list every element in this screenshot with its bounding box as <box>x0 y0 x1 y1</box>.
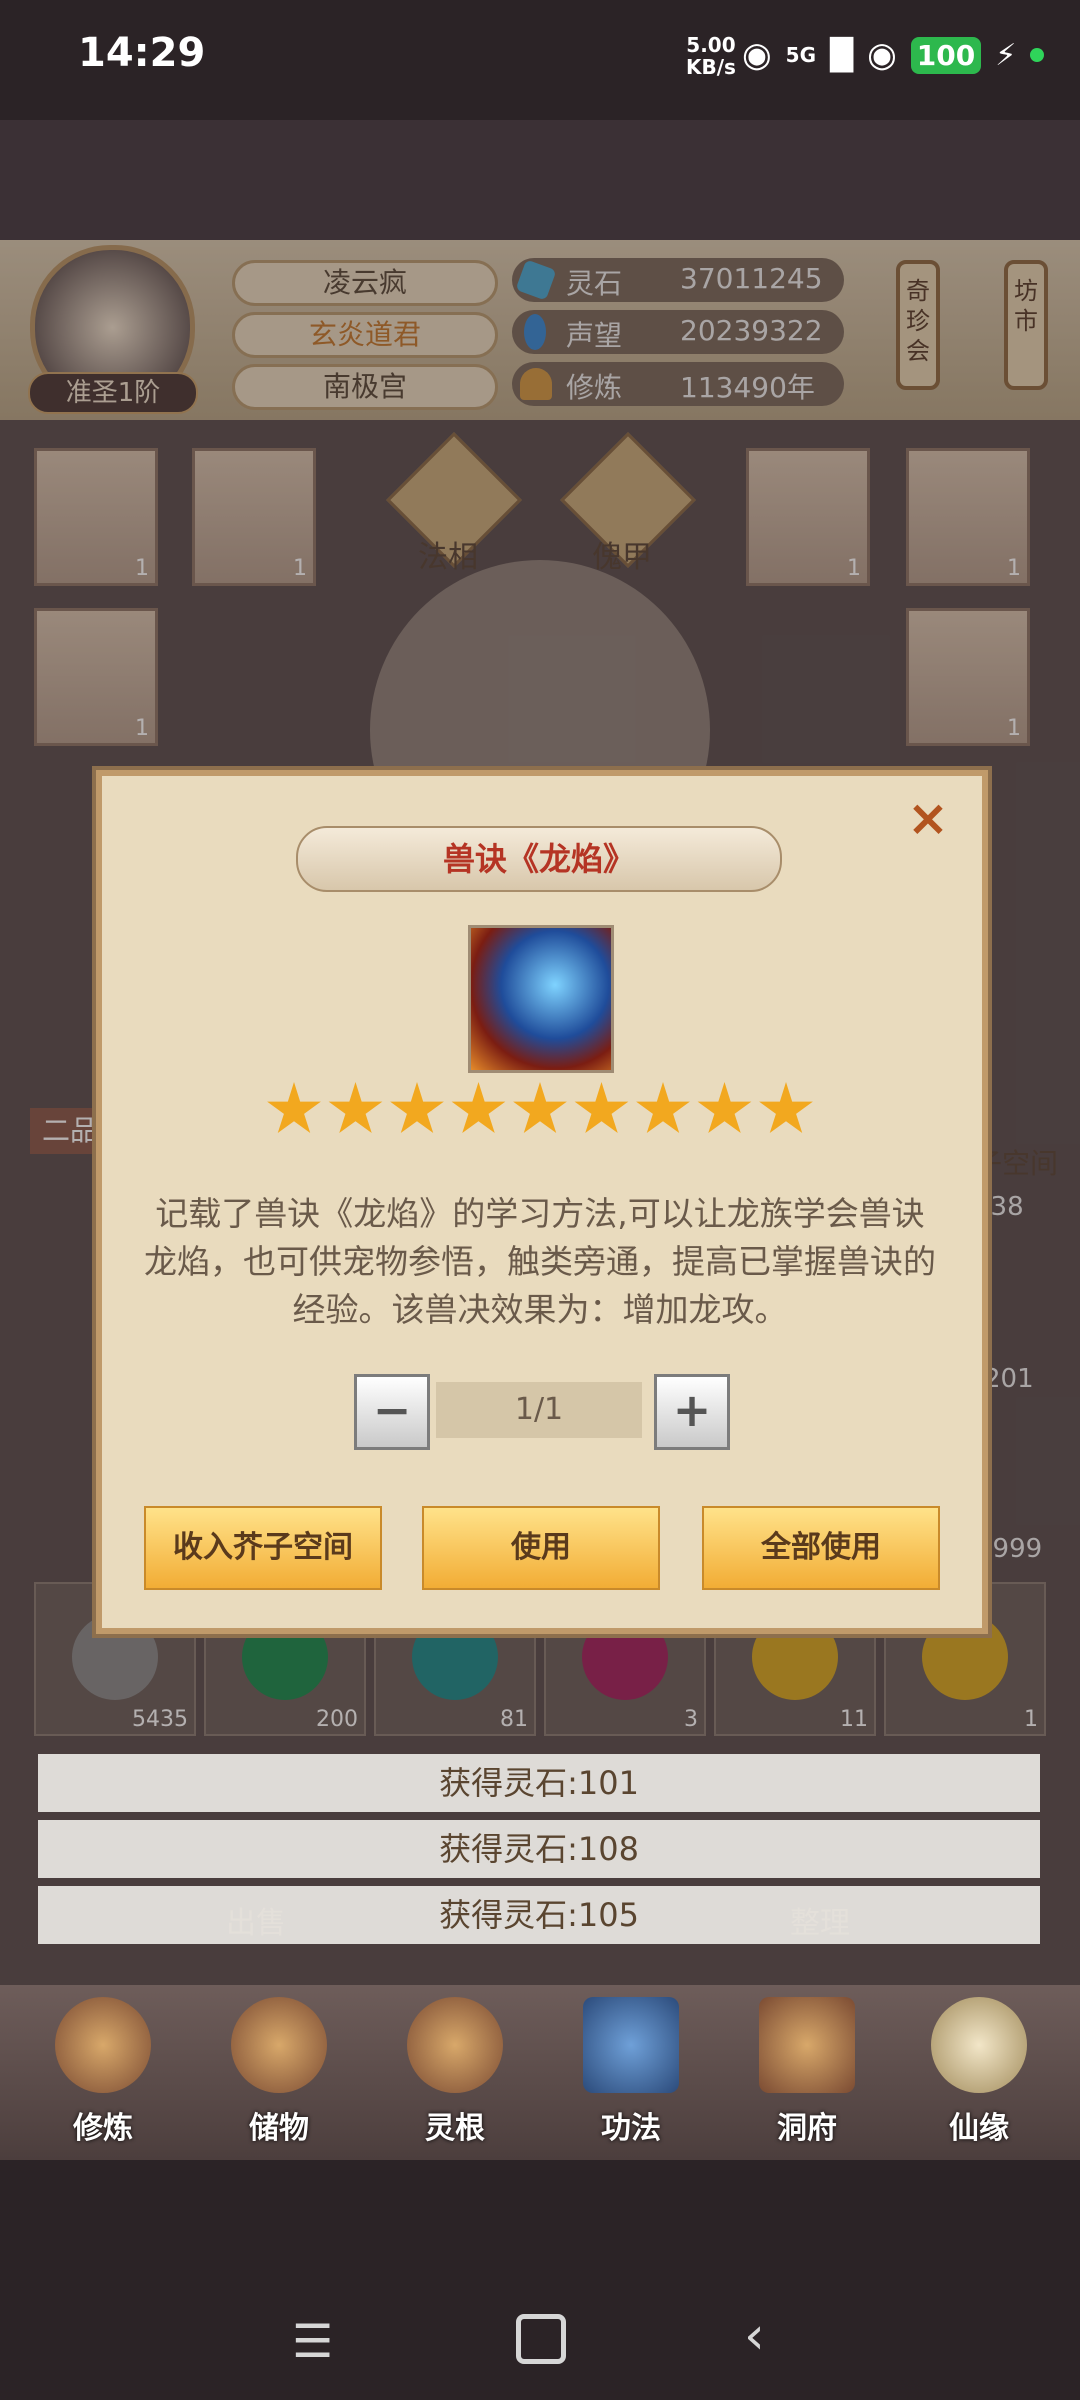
store-button[interactable]: 收入芥子空间 <box>144 1506 382 1590</box>
network-speed-value: 5.00 <box>686 33 736 57</box>
reward-notice: 获得灵石:101 <box>38 1754 1040 1812</box>
dialog-title: 兽诀《龙焰》 <box>296 826 782 892</box>
battery-icon: 100 <box>910 36 982 74</box>
close-button[interactable]: × <box>898 788 958 848</box>
system-nav-bar <box>0 2160 1080 2400</box>
nav-label: 储物 <box>249 2111 309 2146</box>
network-speed: 5.00 KB/s <box>686 34 736 78</box>
use-button[interactable]: 使用 <box>422 1506 660 1590</box>
gourd-icon <box>931 1997 1027 2093</box>
book-icon <box>583 1997 679 2093</box>
star-icon <box>267 1082 321 1133</box>
cave-house-icon <box>759 1997 855 2093</box>
cultivation-icon <box>55 1997 151 2093</box>
star-icon <box>697 1082 752 1133</box>
charging-icon: ⚡ <box>995 37 1017 73</box>
dragon-flame-item-icon <box>468 925 614 1073</box>
nav-xianyuan[interactable]: 仙缘 <box>914 1997 1044 2147</box>
nav-dongfu[interactable]: 洞府 <box>742 1997 872 2147</box>
star-rating <box>266 1082 814 1142</box>
nav-label: 灵根 <box>425 2111 485 2146</box>
home-icon[interactable] <box>516 2314 566 2364</box>
network-speed-unit: KB/s <box>686 55 736 79</box>
star-icon <box>636 1082 690 1133</box>
nav-label: 功法 <box>601 2111 661 2146</box>
star-icon <box>390 1082 444 1133</box>
nav-xiulian[interactable]: 修炼 <box>38 1997 168 2147</box>
back-icon[interactable]: ‹ <box>744 2306 765 2366</box>
use-all-button[interactable]: 全部使用 <box>702 1506 940 1590</box>
quantity-display: 1/1 <box>436 1382 642 1438</box>
nav-linggen[interactable]: 灵根 <box>390 1997 520 2147</box>
star-icon <box>574 1082 629 1133</box>
camera-dot-icon <box>1030 48 1045 62</box>
reward-notice: 获得灵石:108 <box>38 1820 1040 1878</box>
nav-label: 洞府 <box>777 2111 837 2146</box>
nav-gongfa[interactable]: 功法 <box>566 1997 696 2147</box>
star-icon <box>759 1082 813 1133</box>
decrease-button[interactable]: − <box>354 1374 430 1450</box>
bottom-nav: 修炼 储物 灵根 功法 洞府 仙缘 <box>0 1985 1080 2160</box>
status-icons: ◉ 5G █ ◉ 100 ⚡ <box>742 30 1045 80</box>
spirit-root-icon <box>407 1997 503 2093</box>
signal-5g-label: 5G <box>785 43 817 67</box>
recents-icon[interactable]: ☰ <box>292 2314 333 2368</box>
nav-chuwu[interactable]: 储物 <box>214 1997 344 2147</box>
increase-button[interactable]: + <box>654 1374 730 1450</box>
reward-notice: 获得灵石:105 <box>38 1886 1040 1944</box>
signal-icon: █ <box>830 37 854 73</box>
star-icon <box>513 1082 567 1133</box>
star-icon <box>451 1082 506 1133</box>
star-icon <box>328 1082 383 1133</box>
nav-label: 仙缘 <box>949 2111 1009 2146</box>
clock: 14:29 <box>78 30 206 76</box>
location-icon: ◉ <box>742 35 772 75</box>
wifi-icon: ◉ <box>867 35 897 75</box>
storage-bag-icon <box>231 1997 327 2093</box>
nav-label: 修炼 <box>73 2111 133 2146</box>
item-description: 记载了兽诀《龙焰》的学习方法,可以让龙族学会兽诀龙焰，也可供宠物参悟，触类旁通，… <box>144 1194 936 1329</box>
